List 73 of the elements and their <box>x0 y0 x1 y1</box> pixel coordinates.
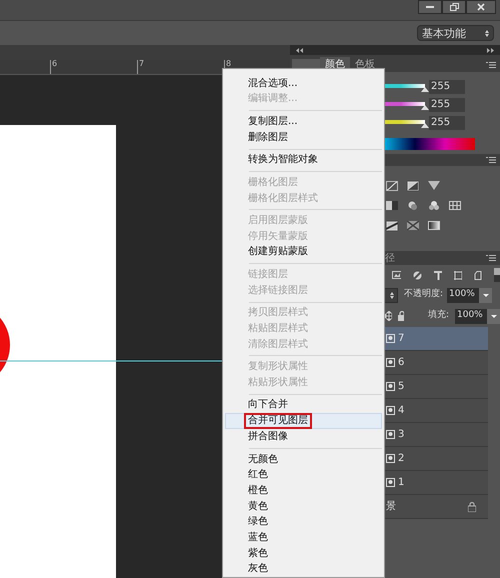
menu-item[interactable]: 复制图层... <box>225 114 382 130</box>
ruler-number: 6 <box>50 60 58 74</box>
collapse-icon[interactable] <box>296 48 303 52</box>
shape-thumbnail-icon <box>386 334 395 343</box>
exposure-icon[interactable] <box>407 181 419 191</box>
photo-filter-icon[interactable] <box>407 201 419 211</box>
menu-item[interactable]: 混合选项... <box>225 76 382 92</box>
menu-item[interactable]: 灰色 <box>225 561 382 578</box>
lock-icon[interactable] <box>398 311 404 321</box>
close-icon <box>477 3 485 11</box>
color-balance-icon[interactable] <box>386 201 398 211</box>
menu-item[interactable]: 合并可见图层 <box>225 413 382 430</box>
layer-name: 1 <box>398 476 404 490</box>
workspace-dropdown[interactable]: 基本功能 <box>417 25 494 41</box>
layer-name: 景 <box>386 500 396 514</box>
curves-icon[interactable] <box>386 181 398 191</box>
channel-mixer-icon[interactable] <box>428 201 440 211</box>
restore-button[interactable] <box>442 0 466 14</box>
caret-icon <box>490 314 496 318</box>
opacity-label: 不透明度: <box>404 288 444 302</box>
lock-icon <box>468 502 476 512</box>
layer-name: 3 <box>398 428 404 442</box>
move-icon[interactable] <box>384 311 392 321</box>
shape-filter-icon[interactable] <box>454 270 462 280</box>
restore-icon <box>450 3 458 11</box>
panel-menu-icon[interactable] <box>486 62 496 68</box>
menu-item[interactable]: 紫色 <box>225 546 382 562</box>
shape-thumbnail-icon <box>386 454 395 463</box>
panel-tab[interactable]: 色板 <box>350 57 380 72</box>
close-button[interactable] <box>466 0 496 14</box>
opacity-dropdown-button[interactable] <box>479 288 492 302</box>
shape-thumbnail-icon <box>386 406 395 415</box>
shape-thumbnail-icon <box>386 382 395 391</box>
smart-object-filter-icon[interactable] <box>474 270 482 280</box>
gradient-fill-icon[interactable] <box>428 221 440 231</box>
fill-field[interactable]: 100% <box>455 308 487 324</box>
layer-name: 4 <box>398 404 404 418</box>
layer-name: 5 <box>398 380 404 394</box>
callout-outline: 合并可见图层 <box>244 413 312 430</box>
threshold-icon[interactable] <box>407 221 419 231</box>
fill-dropdown-button[interactable] <box>487 308 500 324</box>
posterize-icon[interactable] <box>386 221 398 231</box>
layer-name: 6 <box>398 356 404 370</box>
layer-name: 7 <box>398 332 404 346</box>
layer-name: 2 <box>398 452 404 466</box>
stepper-icon <box>485 30 489 36</box>
menu-item[interactable]: 创建剪贴蒙版 <box>225 244 382 260</box>
value-field[interactable]: 255 <box>429 116 465 130</box>
value-field[interactable]: 255 <box>429 80 465 94</box>
ruler-number: 7 <box>137 60 144 74</box>
menu-item[interactable]: 删除图层 <box>225 130 382 146</box>
minimize-icon <box>426 6 434 8</box>
panel-menu-icon[interactable] <box>486 255 496 261</box>
shape-thumbnail-icon <box>386 478 395 487</box>
text-filter-icon[interactable] <box>434 270 442 280</box>
shape-thumbnail-icon <box>386 430 395 439</box>
stepper-icon <box>390 292 394 298</box>
menu-item[interactable]: 转换为智能对象 <box>225 152 382 168</box>
caret-icon <box>482 294 489 296</box>
paths-tab[interactable]: 径 <box>385 250 395 266</box>
image-filter-icon[interactable] <box>392 271 402 279</box>
expand-icon[interactable] <box>487 48 494 52</box>
opacity-field[interactable]: 100% <box>447 288 480 302</box>
fill-label: 填充: <box>428 309 449 322</box>
shape-thumbnail-icon <box>386 358 395 367</box>
gradient-map-icon[interactable] <box>428 181 440 191</box>
value-field[interactable]: 255 <box>429 98 465 112</box>
filter-toggle-icon[interactable] <box>494 268 500 282</box>
panel-menu-icon[interactable] <box>486 157 496 163</box>
adjustment-filter-icon[interactable] <box>413 270 422 280</box>
color-lookup-icon[interactable] <box>449 201 461 211</box>
minimize-button[interactable] <box>418 0 442 14</box>
menu-item[interactable]: 蓝色 <box>225 530 382 546</box>
